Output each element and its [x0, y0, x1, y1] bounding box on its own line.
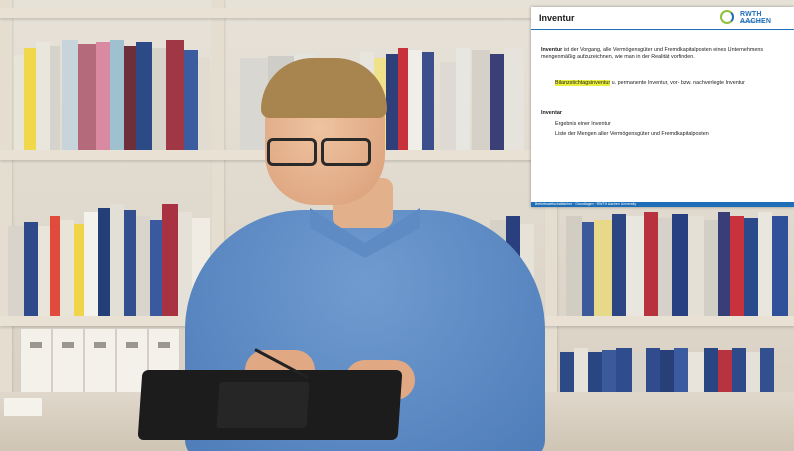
binder — [52, 328, 84, 394]
definition-bullet: Bilanzstichtagsinventur u. permanente In… — [555, 80, 783, 87]
bullet-text: u. permanente Inventur, vor- bzw. nachve… — [610, 80, 745, 86]
binder — [84, 328, 116, 394]
paper-sheet — [4, 398, 42, 416]
slide-footer-text: Betriebswirtschaftslehre · Grundlagen · … — [535, 202, 637, 206]
book-row — [8, 200, 213, 316]
book-row — [560, 340, 790, 392]
rwth-logo-icon: RWTH AACHEN UNIVERSITY — [720, 10, 790, 26]
section-heading: Inventar — [541, 110, 562, 116]
logo-mark — [720, 10, 734, 24]
list-item: Liste der Mengen aller Vermögensgüter un… — [555, 131, 709, 137]
definition-term: Inventur — [541, 47, 563, 53]
book-row — [14, 40, 210, 150]
presenter — [185, 58, 545, 451]
list-item: Ergebnis einer Inventur — [555, 121, 611, 127]
video-frame: Inventur RWTH AACHEN UNIVERSITY Inventur… — [0, 0, 794, 451]
glasses-icon — [267, 138, 377, 166]
lecture-slide: Inventur RWTH AACHEN UNIVERSITY Inventur… — [531, 7, 794, 207]
slide-title: Inventur — [539, 13, 575, 23]
highlighted-term: Bilanzstichtagsinventur — [555, 80, 611, 86]
presenter-hair — [261, 58, 387, 118]
slide-footer: Betriebswirtschaftslehre · Grundlagen · … — [531, 202, 794, 207]
drawing-tablet — [137, 370, 403, 440]
binder — [20, 328, 52, 394]
definition-paragraph: Inventur ist der Vorgang, alle Vermögens… — [541, 47, 786, 61]
slide-header: Inventur RWTH AACHEN UNIVERSITY — [531, 7, 794, 30]
logo-subtext: UNIVERSITY — [740, 19, 765, 24]
definition-text: ist der Vorgang, alle Vermögensgüter und… — [541, 47, 764, 60]
